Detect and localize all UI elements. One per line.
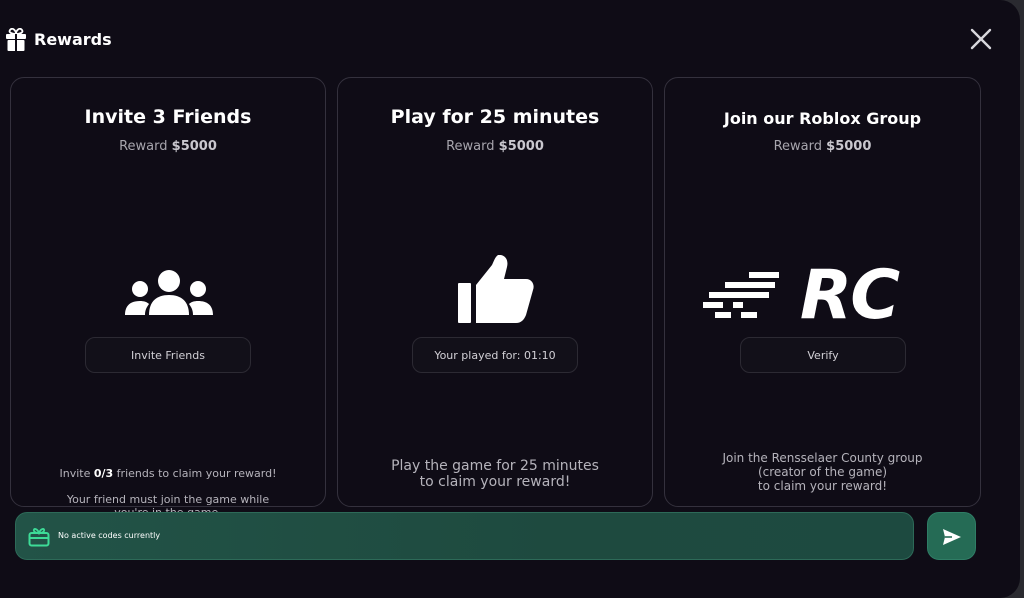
card-reward: Reward $5000 (665, 139, 980, 154)
card-reward: Reward $5000 (11, 139, 325, 154)
reward-card-group: Join our Roblox Group Reward $5000 RC Ve… (664, 77, 981, 507)
reward-label: Reward (446, 139, 495, 154)
card-title: Invite 3 Friends (84, 106, 252, 128)
card-description: Play the game for 25 minutes to claim yo… (391, 458, 599, 490)
reward-card-playtime: Play for 25 minutes Reward $5000 Your pl… (337, 77, 653, 507)
invite-progress: 0/3 (93, 467, 114, 480)
reward-label: Reward (119, 139, 168, 154)
card-title: Play for 25 minutes (390, 106, 600, 128)
ticket-icon (28, 528, 50, 547)
users-icon (125, 270, 213, 315)
close-button[interactable] (968, 26, 994, 52)
card-reward: Reward $5000 (338, 139, 652, 154)
verify-button[interactable]: Verify (740, 337, 906, 373)
send-icon (943, 529, 961, 545)
playtime-status-button[interactable]: Your played for: 01:10 (412, 337, 578, 373)
window-title: Rewards (34, 30, 112, 49)
gift-icon (6, 28, 26, 51)
desc-post: friends to claim your reward! (113, 467, 277, 480)
rc-logo-text: RC (800, 264, 900, 322)
thumbs-up-icon (458, 255, 534, 323)
card-description: Invite 0/3 friends to claim your reward!… (11, 454, 325, 519)
header: Rewards (0, 0, 1020, 78)
rc-logo: RC (703, 264, 902, 322)
reward-amount: $5000 (826, 139, 872, 154)
card-description: Join the Rensselaer County group (creato… (722, 451, 923, 493)
send-button[interactable] (927, 512, 976, 560)
rewards-window: Rewards Invite 3 Friends Reward $5000 In… (0, 0, 1020, 598)
codes-bar[interactable]: No active codes currently (15, 512, 914, 560)
invite-friends-button[interactable]: Invite Friends (85, 337, 251, 373)
reward-card-invite: Invite 3 Friends Reward $5000 Invite Fri… (10, 77, 326, 519)
reward-amount: $5000 (498, 139, 544, 154)
reward-label: Reward (773, 139, 823, 154)
card-title: Join our Roblox Group (723, 109, 922, 128)
reward-amount: $5000 (171, 139, 217, 154)
codes-status-text: No active codes currently (58, 531, 161, 540)
desc-pre: Invite (59, 467, 94, 480)
